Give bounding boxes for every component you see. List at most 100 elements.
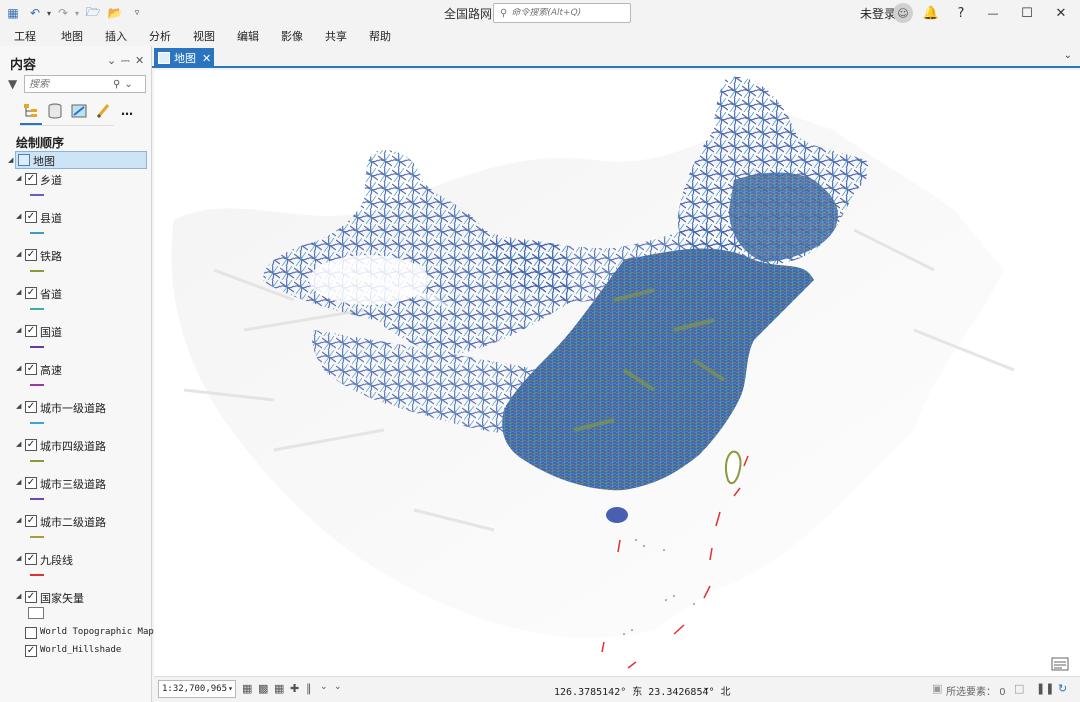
layer-row[interactable]: ◢ ✓ 城市一级道路	[16, 400, 148, 416]
layer-row[interactable]: ◢ ✓ 城市四级道路	[16, 438, 148, 454]
close-tab-icon[interactable]: ✕	[202, 52, 211, 65]
snapping-icon[interactable]: ✚	[290, 682, 299, 695]
map-canvas[interactable]	[154, 70, 1080, 676]
table-icon[interactable]: ▩	[258, 682, 268, 695]
menu-edit[interactable]: 编辑	[237, 28, 259, 44]
layer-line-symbol[interactable]	[30, 308, 44, 310]
layer-line-symbol[interactable]	[30, 498, 44, 500]
grid-icon[interactable]: ▦	[242, 682, 252, 695]
layer-visibility-checkbox[interactable]: ✓	[25, 553, 37, 565]
basemap-visibility-checkbox[interactable]	[25, 627, 37, 639]
layer-row[interactable]: ◢ ✓ 县道	[16, 210, 148, 226]
open-project-icon[interactable]: 📂	[106, 4, 124, 22]
layer-visibility-checkbox[interactable]: ✓	[25, 173, 37, 185]
close-window-button[interactable]: ✕	[1046, 3, 1076, 23]
collapse-arrow-icon[interactable]: ◢	[16, 478, 21, 486]
new-project-icon[interactable]: 🗁	[84, 4, 102, 22]
customize-toolbar-icon[interactable]: ▿	[128, 4, 146, 22]
map-view[interactable]	[154, 70, 1080, 676]
collapse-arrow-icon[interactable]: ◢	[8, 156, 13, 164]
list-by-drawing-order-icon[interactable]	[20, 101, 42, 121]
layer-visibility-checkbox[interactable]: ✓	[25, 249, 37, 261]
layer-line-symbol[interactable]	[30, 384, 44, 386]
collapse-arrow-icon[interactable]: ◢	[16, 212, 21, 220]
layer-visibility-checkbox[interactable]: ✓	[25, 401, 37, 413]
menu-analysis[interactable]: 分析	[149, 28, 171, 44]
layer-row[interactable]: ◢ ✓ 省道	[16, 286, 148, 302]
list-by-source-icon[interactable]	[44, 101, 66, 121]
layer-visibility-checkbox[interactable]: ✓	[25, 363, 37, 375]
layer-row[interactable]: ◢ ✓ 城市二级道路	[16, 514, 148, 530]
collapse-arrow-icon[interactable]: ◢	[16, 288, 21, 296]
scale-selector[interactable]: 1:32,700,965 ▾	[158, 680, 236, 698]
layer-row[interactable]: ◢ ✓ 城市三级道路	[16, 476, 148, 492]
layer-row[interactable]: ◢ ✓ 高速	[16, 362, 148, 378]
map-overview-icon[interactable]	[1051, 657, 1069, 671]
layer-line-symbol[interactable]	[30, 422, 44, 424]
refresh-icon[interactable]: ↻	[1058, 682, 1067, 695]
menu-insert[interactable]: 插入	[105, 28, 127, 44]
menu-map[interactable]: 地图	[61, 28, 83, 44]
collapse-arrow-icon[interactable]: ◢	[16, 364, 21, 372]
tab-map[interactable]: 地图 ✕	[154, 48, 214, 68]
collapse-arrow-icon[interactable]: ◢	[16, 174, 21, 182]
basemap-visibility-checkbox[interactable]: ✓	[25, 645, 37, 657]
status-options-icon[interactable]: ⌄	[334, 682, 342, 692]
user-avatar-icon[interactable]: ☺	[893, 3, 913, 23]
minimize-button[interactable]: —	[978, 3, 1008, 23]
panel-options-chevron-icon[interactable]: ⌄	[107, 54, 116, 67]
pin-icon[interactable]: ⎓	[121, 54, 130, 68]
basemap-row[interactable]: ✓ World_Hillshade	[16, 644, 148, 660]
layer-line-symbol[interactable]	[30, 194, 44, 196]
map-node[interactable]: 地图	[15, 151, 147, 169]
layer-visibility-checkbox[interactable]: ✓	[25, 325, 37, 337]
country-polygon-symbol[interactable]	[28, 607, 44, 619]
tab-list-chevron-icon[interactable]: ⌄	[1064, 50, 1072, 61]
collapse-arrow-icon[interactable]: ◢	[16, 516, 21, 524]
list-by-labeling-icon[interactable]	[92, 101, 114, 121]
search-dropdown-icon[interactable]: ⌄	[124, 79, 132, 90]
pause-drawing-icon[interactable]: ❚❚	[1036, 682, 1054, 695]
collapse-arrow-icon[interactable]: ◢	[16, 554, 21, 562]
command-search-input[interactable]	[511, 8, 622, 18]
layer-visibility-checkbox[interactable]: ✓	[25, 515, 37, 527]
search-icon[interactable]: ⚲	[113, 79, 120, 90]
layer-row[interactable]: ◢ ✓ 国家矢量	[16, 590, 148, 606]
layer-line-symbol[interactable]	[30, 460, 44, 462]
layer-line-symbol[interactable]	[30, 574, 44, 576]
layer-line-symbol[interactable]	[30, 536, 44, 538]
fixed-zoom-icon[interactable]: ▦	[274, 682, 284, 695]
collapse-arrow-icon[interactable]: ◢	[16, 592, 21, 600]
maximize-button[interactable]: ☐	[1012, 3, 1042, 23]
menu-share[interactable]: 共享	[325, 28, 347, 44]
layer-row[interactable]: ◢ ✓ 铁路	[16, 248, 148, 264]
layer-row[interactable]: ◢ ✓ 九段线	[16, 552, 148, 568]
layer-visibility-checkbox[interactable]: ✓	[25, 287, 37, 299]
layer-row[interactable]: ◢ ✓ 国道	[16, 324, 148, 340]
layer-search-input[interactable]	[25, 78, 109, 90]
refresh-selection-icon[interactable]: □	[1014, 682, 1024, 695]
more-options-icon[interactable]: …	[116, 101, 138, 121]
collapse-arrow-icon[interactable]: ◢	[16, 250, 21, 258]
layer-line-symbol[interactable]	[30, 232, 44, 234]
collapse-arrow-icon[interactable]: ◢	[16, 402, 21, 410]
layer-line-symbol[interactable]	[30, 346, 44, 348]
layer-visibility-checkbox[interactable]: ✓	[25, 211, 37, 223]
signin-status[interactable]: 未登录	[860, 5, 896, 22]
layer-row[interactable]: ◢ ✓ 乡道	[16, 172, 148, 188]
scale-dropdown-icon[interactable]: ▾	[228, 681, 233, 697]
layer-visibility-checkbox[interactable]: ✓	[25, 439, 37, 451]
collapse-arrow-icon[interactable]: ◢	[16, 440, 21, 448]
notifications-bell-icon[interactable]: 🔔	[916, 3, 946, 23]
command-search-box[interactable]: ⚲	[493, 3, 631, 23]
coordinate-format-dropdown-icon[interactable]: ⌄	[702, 682, 710, 693]
menu-imagery[interactable]: 影像	[281, 28, 303, 44]
close-panel-icon[interactable]: ✕	[135, 54, 144, 67]
layer-visibility-checkbox[interactable]: ✓	[25, 591, 37, 603]
layer-search-box[interactable]: ⚲ ⌄	[24, 75, 146, 93]
menu-view[interactable]: 视图	[193, 28, 215, 44]
filter-icon[interactable]: ▼	[8, 77, 17, 91]
basemap-row[interactable]: World Topographic Map	[16, 626, 154, 642]
collapse-arrow-icon[interactable]: ◢	[16, 326, 21, 334]
help-icon[interactable]: ?	[946, 3, 976, 23]
